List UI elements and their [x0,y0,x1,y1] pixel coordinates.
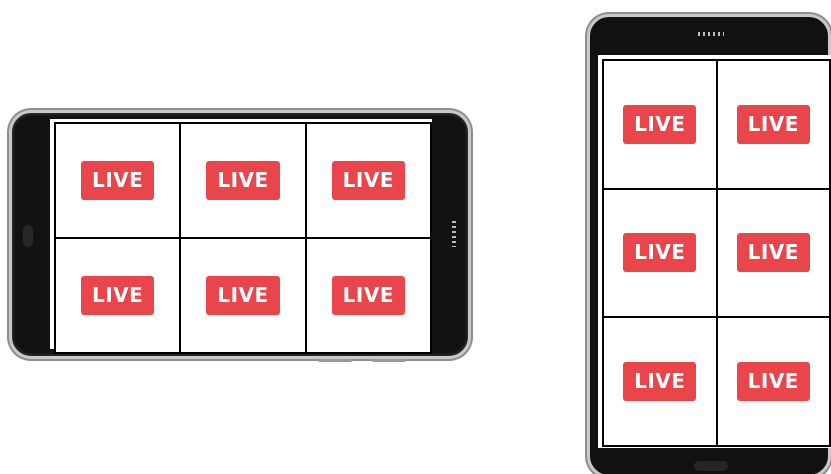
video-tile[interactable]: LIVE [181,239,305,352]
speaker-grille-icon [452,221,456,247]
home-button [694,461,728,471]
video-tile[interactable]: LIVE [56,239,180,352]
video-tile[interactable]: LIVE [604,189,716,317]
portrait-phone: LIVE LIVE LIVE LIVE LIVE LIVE [587,14,831,474]
landscape-video-grid: LIVE LIVE LIVE LIVE LIVE LIVE [54,122,432,354]
live-badge: LIVE [736,362,810,402]
video-tile[interactable]: LIVE [306,239,430,352]
scene: LIVE LIVE LIVE LIVE LIVE LIVE LIVE LIVE … [0,0,831,474]
video-tile[interactable]: LIVE [56,124,180,237]
video-tile[interactable]: LIVE [717,318,829,445]
live-badge: LIVE [736,233,810,273]
video-tile[interactable]: LIVE [604,318,716,445]
video-tile[interactable]: LIVE [306,124,430,237]
live-badge: LIVE [206,276,280,315]
portrait-video-grid: LIVE LIVE LIVE LIVE LIVE LIVE [602,59,831,447]
video-tile[interactable]: LIVE [181,124,305,237]
live-badge: LIVE [206,161,280,200]
video-tile[interactable]: LIVE [717,61,829,188]
camera-icon [23,225,33,247]
video-tile[interactable]: LIVE [717,189,829,317]
live-badge: LIVE [331,161,405,200]
landscape-phone: LIVE LIVE LIVE LIVE LIVE LIVE [9,110,471,362]
live-badge: LIVE [331,276,405,315]
landscape-screen: LIVE LIVE LIVE LIVE LIVE LIVE [50,119,432,354]
live-badge: LIVE [623,362,697,402]
portrait-screen: LIVE LIVE LIVE LIVE LIVE LIVE [598,55,831,448]
live-badge: LIVE [736,104,810,144]
live-badge: LIVE [81,276,155,315]
live-badge: LIVE [81,161,155,200]
speaker-grille-icon [698,32,724,36]
volume-button [318,359,352,362]
power-button [372,359,406,362]
live-badge: LIVE [623,104,697,144]
live-badge: LIVE [623,233,697,273]
video-tile[interactable]: LIVE [604,61,716,188]
